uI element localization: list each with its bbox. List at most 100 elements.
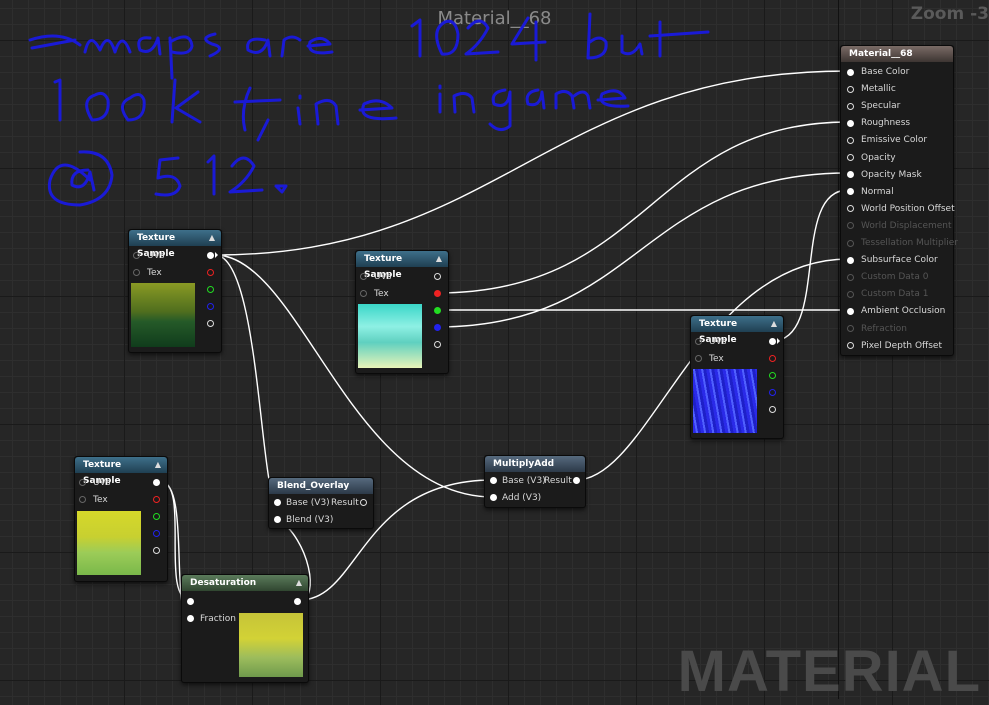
texture-sample-node-3[interactable]: Texture Sample ▲ UVs Tex — [690, 315, 784, 439]
material-input-pin[interactable] — [847, 256, 854, 264]
texture-preview — [77, 511, 141, 575]
g-output-pin[interactable] — [769, 372, 776, 379]
material-input-pin[interactable] — [847, 307, 854, 315]
material-input-label: World Displacement — [861, 220, 952, 231]
material-input-pin — [847, 222, 854, 230]
node-title: MultiplyAdd — [493, 459, 555, 469]
tex-label: Tex — [374, 289, 389, 299]
texture-sample-node-2[interactable]: Texture Sample ▲ UVs Tex — [355, 250, 449, 374]
rgb-output-pin[interactable] — [434, 273, 441, 280]
material-input-pin — [847, 273, 854, 281]
r-output-pin[interactable] — [769, 355, 776, 362]
material-input-pin — [847, 290, 854, 298]
node-title: Desaturation — [190, 578, 257, 588]
material-input-label: Refraction — [861, 323, 907, 334]
material-input-label: Specular — [861, 101, 901, 112]
b-output-pin[interactable] — [207, 303, 214, 310]
collapse-arrow-icon[interactable]: ▲ — [155, 457, 161, 473]
uvs-label: UVs — [709, 337, 727, 347]
add-input-pin[interactable] — [490, 494, 497, 501]
tex-input-pin[interactable] — [695, 355, 702, 362]
base-label: Base (V3) — [502, 476, 546, 486]
material-output-node[interactable]: Material__68 Base Color Metallic Specular R… — [840, 45, 958, 356]
a-output-pin[interactable] — [769, 406, 776, 413]
material-input-label: World Position Offset — [861, 203, 955, 214]
material-input-pin[interactable] — [847, 85, 854, 93]
material-input-label: Opacity — [861, 152, 896, 163]
material-input-label: Ambient Occlusion — [861, 306, 946, 317]
base-input-pin[interactable] — [274, 499, 281, 506]
texture-preview — [131, 283, 195, 347]
blend-label: Blend (V3) — [286, 515, 334, 525]
a-output-pin[interactable] — [153, 547, 160, 554]
material-input-pin — [847, 325, 854, 332]
collapse-arrow-icon[interactable]: ▲ — [209, 230, 215, 246]
material-title: Material__68 — [849, 49, 913, 59]
texture-preview — [693, 369, 757, 433]
input-pin[interactable] — [187, 598, 194, 605]
tex-input-pin[interactable] — [133, 269, 140, 276]
desaturation-preview — [239, 613, 303, 677]
tex-label: Tex — [709, 354, 724, 364]
material-input-pin[interactable] — [847, 136, 854, 144]
uvs-input-pin[interactable] — [79, 479, 86, 486]
tex-input-pin[interactable] — [360, 290, 367, 297]
material-input-pin[interactable] — [847, 119, 854, 127]
base-input-pin[interactable] — [490, 477, 497, 484]
fraction-input-pin[interactable] — [187, 615, 194, 622]
node-title: Blend_Overlay — [277, 481, 350, 491]
g-output-pin[interactable] — [153, 513, 160, 520]
material-input-label: Tessellation Multiplier — [861, 238, 958, 248]
rgb-output-pin[interactable] — [153, 479, 160, 486]
result-output-pin[interactable] — [573, 477, 580, 484]
add-label: Add (V3) — [502, 493, 542, 503]
fraction-label: Fraction — [200, 614, 236, 624]
r-output-pin[interactable] — [434, 290, 441, 297]
blend-input-pin[interactable] — [274, 516, 281, 523]
rgb-output-pin[interactable] — [769, 338, 776, 345]
material-input-label: Emissive Color — [861, 135, 928, 146]
material-input-pin[interactable] — [847, 68, 854, 76]
multiply-add-node[interactable]: MultiplyAdd Base (V3) Result Add (V3) — [484, 455, 586, 508]
g-output-pin[interactable] — [434, 307, 441, 314]
material-input-pin[interactable] — [847, 154, 854, 161]
collapse-arrow-icon[interactable]: ▲ — [771, 316, 777, 332]
texture-sample-node-4[interactable]: Texture Sample ▲ UVs Tex — [74, 456, 168, 582]
result-label: Result — [331, 498, 359, 508]
uvs-label: UVs — [147, 251, 165, 261]
g-output-pin[interactable] — [207, 286, 214, 293]
r-output-pin[interactable] — [207, 269, 214, 276]
texture-sample-node-1[interactable]: Texture Sample ▲ UVs Tex — [128, 229, 222, 353]
uvs-label: UVs — [374, 272, 392, 282]
desaturation-node[interactable]: Desaturation ▲ Fraction — [181, 574, 309, 683]
uvs-label: UVs — [93, 478, 111, 488]
material-input-label: Pixel Depth Offset — [861, 340, 942, 351]
r-output-pin[interactable] — [153, 496, 160, 503]
material-input-pin[interactable] — [847, 205, 854, 213]
material-input-label: Metallic — [861, 84, 896, 95]
uvs-input-pin[interactable] — [133, 252, 140, 259]
uvs-input-pin[interactable] — [695, 338, 702, 345]
blend-overlay-node[interactable]: Blend_Overlay Base (V3) Result Blend (V3… — [268, 477, 374, 529]
a-output-pin[interactable] — [434, 341, 441, 348]
material-input-label: Custom Data 1 — [861, 289, 929, 300]
material-input-label: Base Color — [861, 67, 910, 77]
b-output-pin[interactable] — [153, 530, 160, 537]
material-input-pin[interactable] — [847, 188, 854, 196]
material-input-pin[interactable] — [847, 171, 854, 179]
texture-preview — [358, 304, 422, 368]
rgb-output-pin[interactable] — [207, 252, 214, 259]
collapse-arrow-icon[interactable]: ▲ — [296, 575, 302, 591]
collapse-arrow-icon[interactable]: ▲ — [436, 251, 442, 267]
uvs-input-pin[interactable] — [360, 273, 367, 280]
tex-input-pin[interactable] — [79, 496, 86, 503]
result-label: Result — [544, 476, 572, 486]
material-input-pin[interactable] — [847, 102, 854, 110]
output-pin[interactable] — [294, 598, 301, 605]
material-input-pin — [847, 239, 854, 247]
material-input-pin[interactable] — [847, 342, 854, 350]
result-output-pin[interactable] — [360, 499, 367, 506]
b-output-pin[interactable] — [434, 324, 441, 331]
a-output-pin[interactable] — [207, 320, 214, 327]
b-output-pin[interactable] — [769, 389, 776, 396]
